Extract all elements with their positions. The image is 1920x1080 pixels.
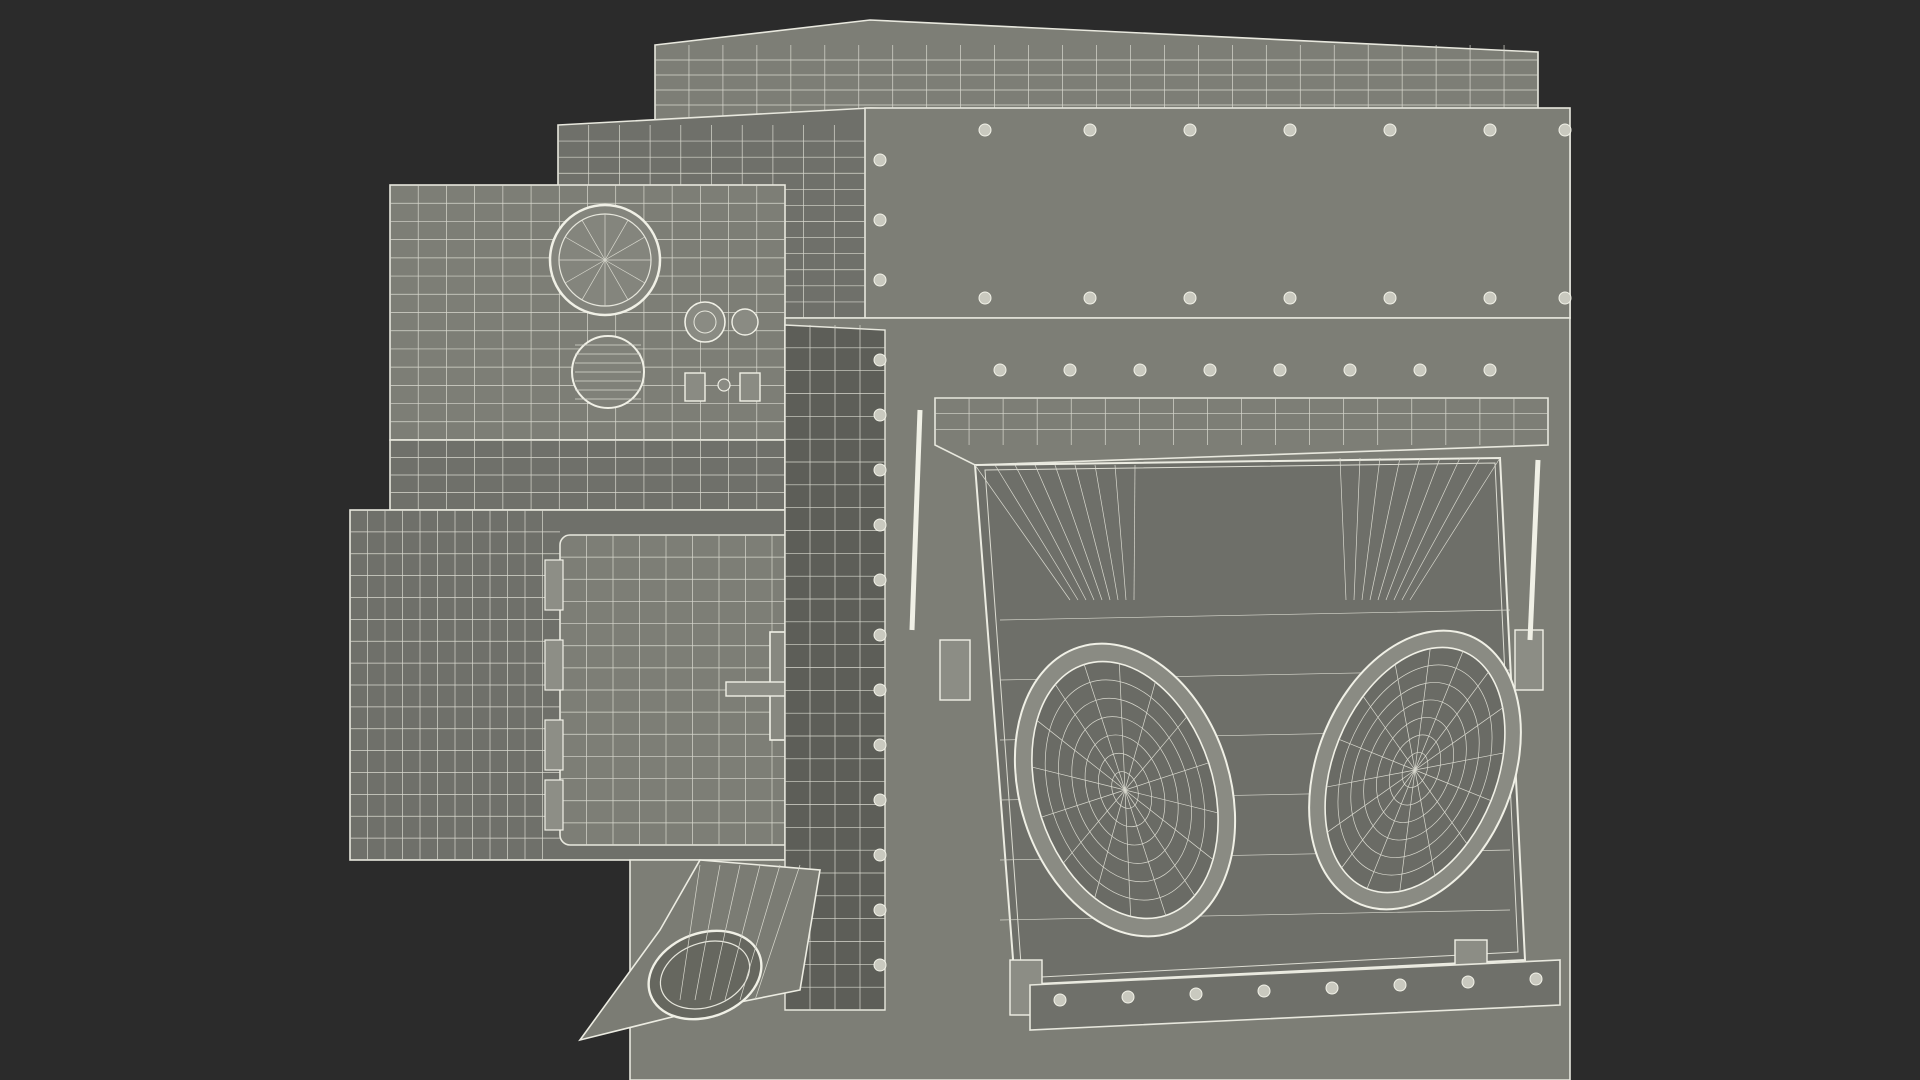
cabinet-base-strip bbox=[389, 439, 786, 511]
pressure-gauge bbox=[548, 203, 662, 317]
switch-left bbox=[684, 372, 706, 402]
control-knob-left bbox=[684, 301, 726, 343]
top-filter-housing bbox=[654, 19, 1539, 121]
render-viewport bbox=[0, 0, 1920, 1080]
pass-through-box bbox=[349, 509, 841, 861]
switch-right bbox=[739, 372, 761, 402]
fan-grille bbox=[571, 335, 645, 409]
control-knob-right bbox=[731, 308, 759, 336]
indicator-light bbox=[717, 378, 731, 392]
glovebox-wireframe-render bbox=[349, 19, 1572, 1080]
control-cabinet bbox=[389, 184, 786, 441]
